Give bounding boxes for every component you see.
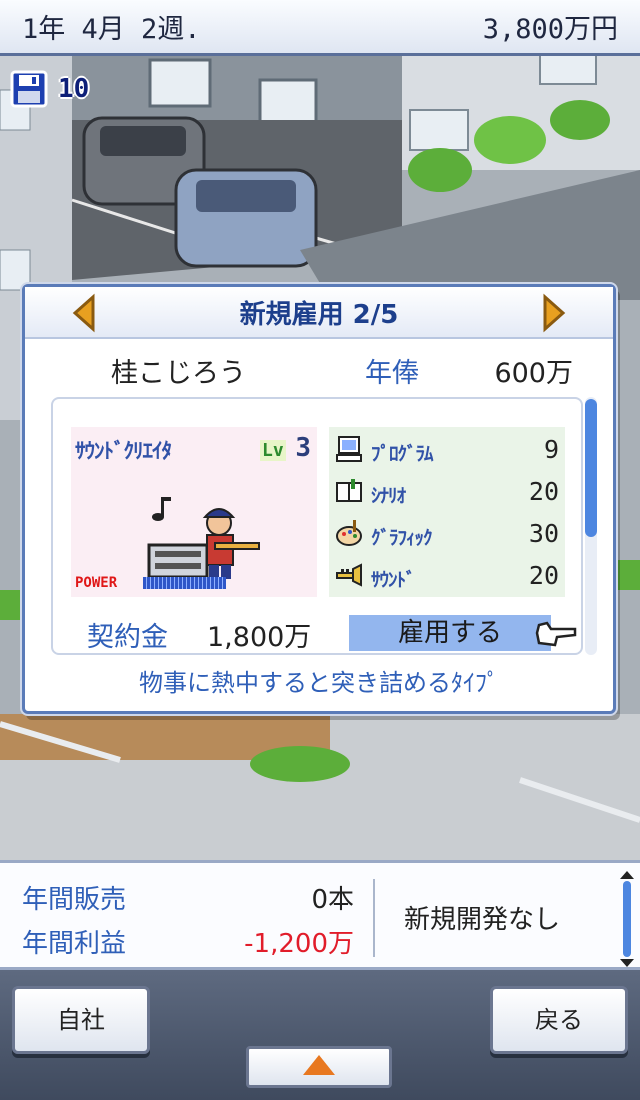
level-badge: Lv 3	[260, 433, 311, 463]
stat-label: ｸﾞﾗﾌｨｯｸ	[371, 527, 433, 549]
profit-value: -1,200万	[244, 929, 354, 959]
stat-label: ｼﾅﾘｵ	[371, 485, 406, 507]
scroll-thumb[interactable]	[585, 399, 597, 537]
level-number: 3	[295, 433, 311, 463]
stat-value: 9	[543, 435, 559, 464]
contract-row: 契約金 1,800万 雇用する	[53, 611, 581, 653]
contract-value: 1,800万	[207, 622, 312, 653]
stat-label: ｻｳﾝﾄﾞ	[371, 569, 416, 591]
stat-label: ﾌﾟﾛｸﾞﾗﾑ	[371, 443, 434, 465]
dialog-header: 新規雇用 2/5	[25, 287, 613, 339]
card-scrollbar[interactable]	[585, 397, 597, 655]
bottom-nav: 自社 戻る	[0, 970, 640, 1100]
profit-label: 年間利益	[22, 929, 127, 959]
pointing-hand-icon	[535, 621, 577, 647]
hire-dialog: 新規雇用 2/5 桂こじろう 年俸 600万 ｻｳﾝﾄﾞｸﾘｴｲﾀ Lv 3 P…	[22, 284, 616, 714]
expand-menu-button[interactable]	[246, 1046, 392, 1088]
level-tag: Lv	[260, 440, 286, 461]
palette-icon	[336, 520, 362, 546]
save-count: 10	[58, 74, 90, 104]
info-scrollbar[interactable]	[620, 871, 634, 967]
dialog-title: 新規雇用 2/5	[239, 299, 399, 330]
stat-value: 30	[528, 519, 559, 548]
job-title: ｻｳﾝﾄﾞｸﾘｴｲﾀ	[75, 439, 172, 463]
stat-row-program: ﾌﾟﾛｸﾞﾗﾑ 9	[329, 431, 565, 471]
candidate-name: 桂こじろう	[111, 358, 246, 389]
up-arrow-icon	[303, 1055, 335, 1075]
stat-row-scenario: ｼﾅﾘｵ 20	[329, 473, 565, 513]
sound-creator-sprite	[147, 508, 260, 579]
candidate-summary: 桂こじろう 年俸 600万	[25, 347, 613, 389]
stat-value: 20	[528, 477, 559, 506]
stat-value: 20	[528, 561, 559, 590]
power-label: POWER	[75, 575, 118, 591]
status-bar: 1年 4月 2週. 3,800万円	[0, 0, 640, 56]
trumpet-icon	[336, 563, 362, 587]
stats-panel: ﾌﾟﾛｸﾞﾗﾑ 9 ｼﾅﾘｵ 20 ｸﾞﾗﾌｨｯｸ 30 ｻｳﾝﾄﾞ 20	[329, 427, 565, 597]
candidate-description: 物事に熱中すると突き詰めるﾀｲﾌﾟ	[139, 669, 499, 697]
dev-status: 新規開発なし	[404, 905, 561, 935]
company-button[interactable]: 自社	[12, 986, 150, 1054]
prev-arrow-icon[interactable]	[65, 293, 105, 333]
candidate-card: ｻｳﾝﾄﾞｸﾘｴｲﾀ Lv 3 POWER ﾌﾟﾛｸﾞﾗﾑ 9 ｼﾅﾘｵ 20 …	[51, 397, 583, 655]
funds-display: 3,800万円	[482, 14, 618, 45]
game-date: 1年 4月 2週.	[22, 14, 201, 45]
salary-value: 600万	[494, 358, 573, 389]
annual-info-panel: 年間販売 0本 年間利益 -1,200万 新規開発なし	[0, 860, 640, 970]
contract-label: 契約金	[87, 622, 168, 653]
stat-row-sound: ｻｳﾝﾄﾞ 20	[329, 557, 565, 597]
hire-button[interactable]: 雇用する	[349, 615, 551, 651]
computer-icon	[336, 436, 362, 462]
job-panel: ｻｳﾝﾄﾞｸﾘｴｲﾀ Lv 3 POWER	[71, 427, 317, 597]
back-button[interactable]: 戻る	[490, 986, 628, 1054]
floppy-disk-icon	[10, 70, 48, 108]
next-arrow-icon[interactable]	[533, 293, 573, 333]
stat-row-graphic: ｸﾞﾗﾌｨｯｸ 30	[329, 515, 565, 555]
power-bar	[143, 577, 226, 589]
save-indicator[interactable]: 10	[10, 70, 89, 108]
info-divider	[373, 879, 375, 957]
sales-value: 0本	[311, 885, 354, 915]
sales-label: 年間販売	[22, 885, 127, 915]
book-icon	[336, 479, 362, 502]
salary-label: 年俸	[365, 358, 419, 389]
